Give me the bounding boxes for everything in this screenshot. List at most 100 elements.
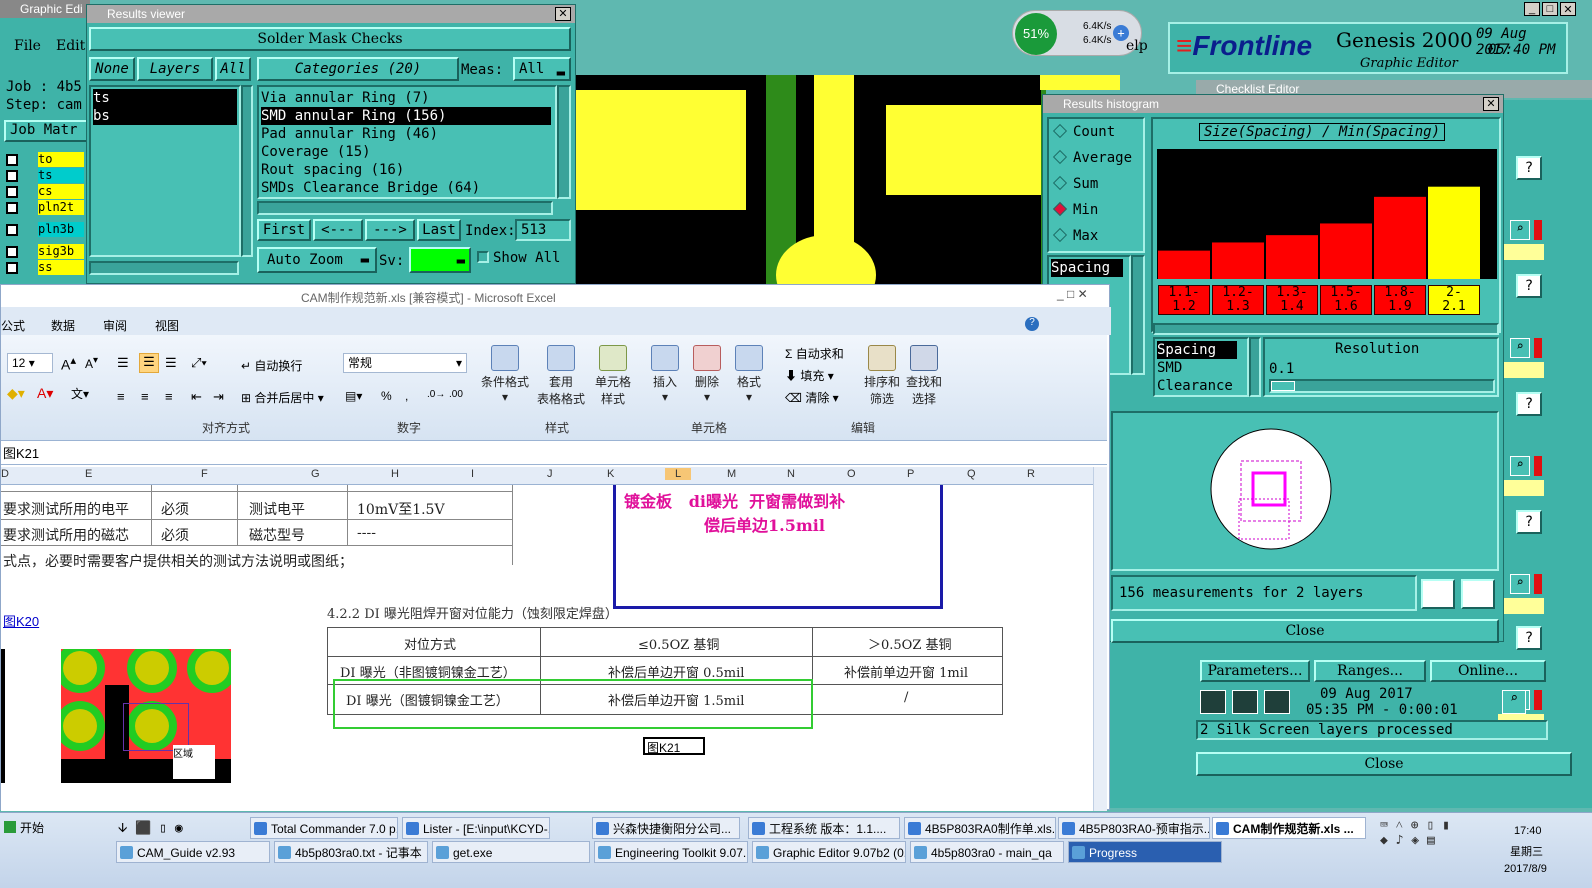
taskbar-button[interactable]: CAM_Guide v2.93 xyxy=(116,841,270,863)
layer-checkbox[interactable] xyxy=(6,262,18,274)
histogram-close-button[interactable]: Close xyxy=(1111,619,1499,643)
solder-mask-header[interactable]: Solder Mask Checks xyxy=(89,27,571,51)
measure-type-list[interactable]: Spacing SMD Clearance xyxy=(1153,337,1249,397)
layer-row[interactable]: pln3b xyxy=(6,222,86,238)
list-item[interactable]: SMD xyxy=(1157,359,1245,377)
bin-label[interactable]: 2- 2.1 xyxy=(1428,285,1480,315)
taskbar-button[interactable]: 兴森快捷衡阳分公司... xyxy=(592,817,740,839)
decrease-decimal-icon[interactable]: .00 xyxy=(449,389,463,400)
layer-name[interactable]: ts xyxy=(38,168,84,183)
bin-label[interactable]: 1.8- 1.9 xyxy=(1374,285,1426,315)
taskbar-button[interactable]: Graphic Editor 9.07b2 (0... xyxy=(752,841,906,863)
taskbar-button[interactable]: CAM制作规范新.xls ... xyxy=(1212,817,1366,839)
quicklaunch[interactable]: 🡫 ⬛ ▯ ◉ xyxy=(118,819,248,837)
align-top-icon[interactable]: ☰ xyxy=(117,355,129,371)
sort-filter-button[interactable]: 排序和 筛选 xyxy=(861,345,903,407)
window-controls[interactable]: _ □ ✕ xyxy=(1524,2,1590,18)
category-scrollbar[interactable] xyxy=(557,85,571,199)
column-header[interactable]: K xyxy=(607,468,614,480)
online-button[interactable]: Online... xyxy=(1430,660,1546,682)
first-button[interactable]: First xyxy=(257,219,311,241)
column-header[interactable]: P xyxy=(907,468,914,480)
category-item[interactable]: Via annular Ring (7) xyxy=(261,89,553,107)
font-size-select[interactable]: 12 ▾ xyxy=(7,353,53,373)
close-icon[interactable]: ✕ xyxy=(555,7,571,21)
sv-color-select[interactable]: ▬ xyxy=(409,247,471,273)
layer-name[interactable]: pln2t xyxy=(38,200,84,215)
categories-button[interactable]: Categories (20) xyxy=(257,57,459,81)
prev-button[interactable]: <--- xyxy=(313,219,363,241)
shrink-font-icon[interactable]: A▾ xyxy=(85,355,98,371)
histogram-bar[interactable] xyxy=(1266,235,1318,279)
zoom-icon[interactable]: ⌕ xyxy=(1502,690,1526,714)
align-center-icon[interactable]: ≡ xyxy=(141,389,149,404)
layer-listbox[interactable]: ts bs xyxy=(89,85,241,257)
layer-name[interactable]: sig3b xyxy=(38,244,84,259)
category-item[interactable]: Pad annular Ring (46) xyxy=(261,125,553,143)
layer-checkbox[interactable] xyxy=(6,154,18,166)
annotation-box[interactable]: 镀金板 di曝光 开窗需做到补 偿后单边1.5mil xyxy=(613,485,943,609)
taskbar-button[interactable]: get.exe xyxy=(432,841,590,863)
percent-icon[interactable]: % xyxy=(381,389,392,403)
histogram-bar[interactable] xyxy=(1428,186,1480,279)
taskbar-button[interactable]: Engineering Toolkit 9.07... xyxy=(594,841,748,863)
tray-icons[interactable]: ⌨ ˄ ⊕ ▯ ▮ ◆ ♪ ◈ ▤ xyxy=(1380,817,1500,867)
menu-edit[interactable]: Edit xyxy=(56,38,85,54)
orientation-icon[interactable]: ⤢▾ xyxy=(191,355,207,371)
all-layers-button[interactable]: All xyxy=(215,57,251,81)
layer-row[interactable]: ss xyxy=(6,260,86,276)
excel-window-controls[interactable]: _ □ ✕ xyxy=(1057,287,1088,301)
last-button[interactable]: Last xyxy=(417,219,461,241)
align-middle-icon[interactable]: ☰ xyxy=(139,353,159,373)
mode-radio[interactable]: Average xyxy=(1049,145,1143,171)
run-icon-3[interactable] xyxy=(1264,690,1290,714)
taskbar-button[interactable]: Lister - [E:\input\KCYD-... xyxy=(402,817,550,839)
ribbon-tab[interactable]: 视图 xyxy=(155,317,179,334)
delete-button[interactable]: 删除 ▾ xyxy=(687,345,727,404)
ribbon-tab[interactable]: 公式 xyxy=(1,317,25,334)
column-header[interactable]: O xyxy=(847,468,856,480)
pcb-preview[interactable] xyxy=(1111,411,1499,571)
layer-row[interactable]: pln2t xyxy=(6,200,86,216)
list-item[interactable]: Spacing xyxy=(1157,341,1237,359)
formula-bar[interactable]: 图K21 xyxy=(1,445,1107,465)
column-header[interactable]: R xyxy=(1027,468,1035,480)
column-header[interactable]: J xyxy=(547,468,553,480)
taskbar-button[interactable]: 4B5P803RA0-预审指示... xyxy=(1058,817,1210,839)
accounting-icon[interactable]: ▤▾ xyxy=(345,389,362,403)
zoom-icon[interactable]: ⌕ xyxy=(1510,456,1530,476)
taskbar-button[interactable]: 4b5p803ra0 - main_qa xyxy=(910,841,1064,863)
column-header[interactable]: L xyxy=(665,468,692,480)
help-menu[interactable]: elp xyxy=(1126,38,1148,54)
help-question-button[interactable]: ? xyxy=(1516,392,1542,416)
layer-row[interactable]: sig3b xyxy=(6,244,86,260)
mode-radio[interactable]: Count xyxy=(1049,119,1143,145)
resolution-slider[interactable] xyxy=(1269,379,1495,393)
sheet-area[interactable]: 要求测试所用的电平 必须 测试电平 10mV至1.5V 要求测试所用的磁芯 必须… xyxy=(1,485,1093,811)
bin-label[interactable]: 1.1- 1.2 xyxy=(1158,285,1210,315)
list-item[interactable]: Spacing xyxy=(1051,259,1123,277)
autosum-button[interactable]: Σ 自动求和 xyxy=(785,345,844,362)
layer-list-item[interactable]: ts xyxy=(93,89,237,107)
next-button[interactable]: ---> xyxy=(365,219,415,241)
layer-hscrollbar[interactable] xyxy=(89,261,239,275)
layer-row[interactable]: cs xyxy=(6,184,86,200)
zoom-icon[interactable]: ⌕ xyxy=(1510,574,1530,594)
ribbon-tab[interactable]: 数据 xyxy=(51,317,75,334)
layer-row[interactable]: to xyxy=(6,152,86,168)
grow-font-icon[interactable]: A▴ xyxy=(61,353,76,373)
align-right-icon[interactable]: ≡ xyxy=(165,389,173,404)
layer-name[interactable]: ss xyxy=(38,260,84,275)
run-icon-1[interactable] xyxy=(1200,690,1226,714)
layer-row[interactable]: ts xyxy=(6,168,86,184)
close-icon[interactable]: ✕ xyxy=(1483,97,1499,111)
list2-scroll[interactable] xyxy=(1249,337,1261,397)
minimize-icon[interactable]: _ xyxy=(1524,2,1540,16)
help-question-button[interactable]: ? xyxy=(1516,510,1542,534)
category-item[interactable]: SMD annular Ring (156) xyxy=(261,107,551,125)
layer-checkbox[interactable] xyxy=(6,186,18,198)
find-select-button[interactable]: 查找和 选择 xyxy=(903,345,945,407)
column-header[interactable]: E xyxy=(85,468,92,480)
category-listbox[interactable]: Via annular Ring (7) SMD annular Ring (15… xyxy=(257,85,557,199)
ribbon-tab[interactable]: 审阅 xyxy=(103,317,127,334)
